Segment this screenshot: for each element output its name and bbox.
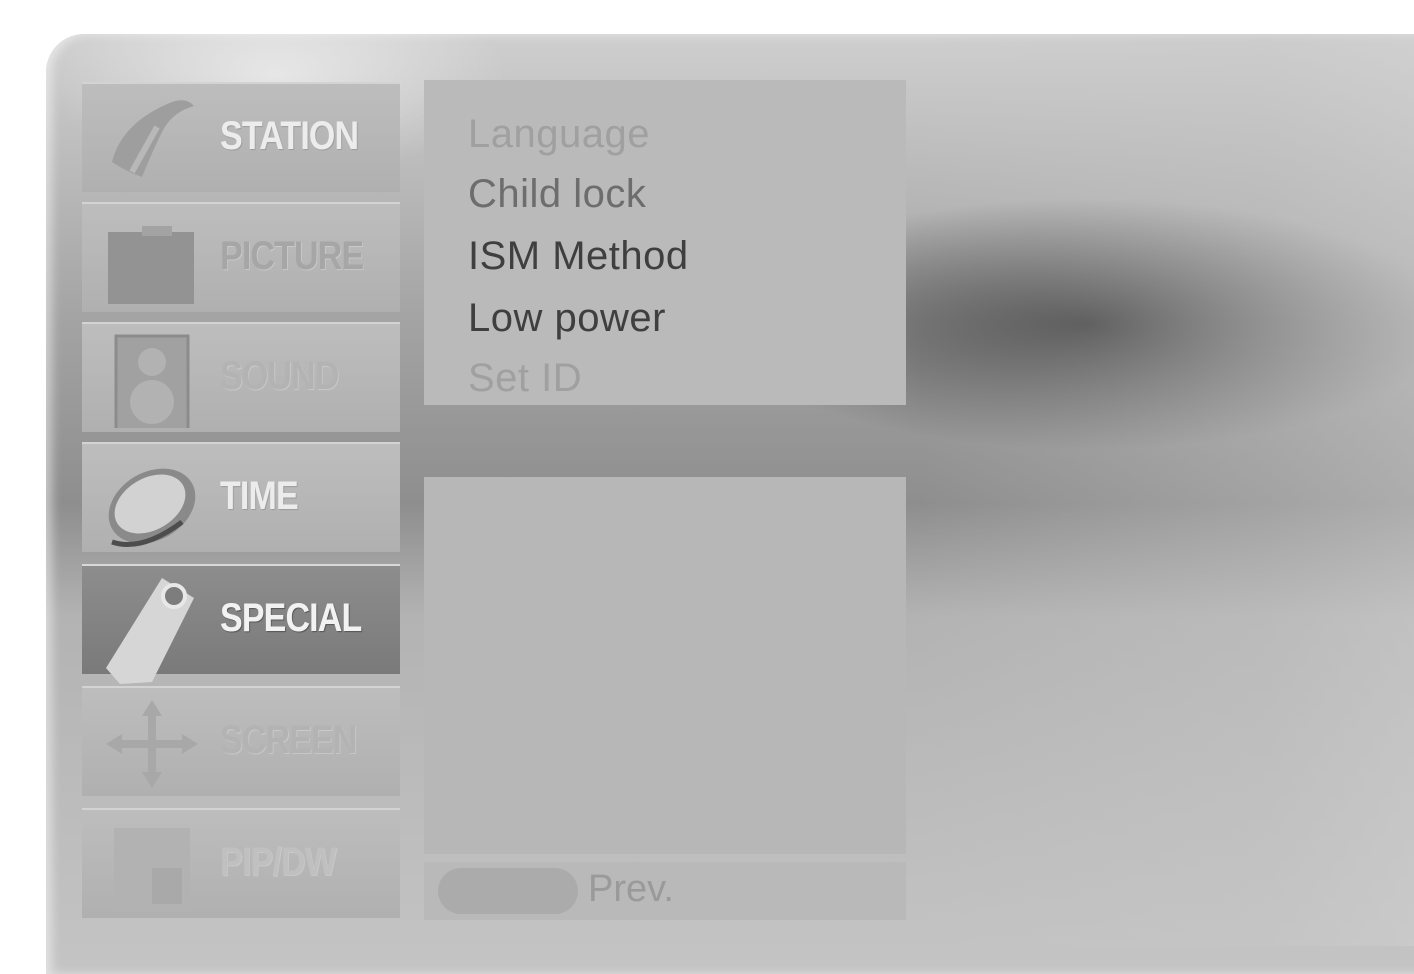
tab-special-label: SPECIAL bbox=[220, 596, 362, 640]
tab-sound[interactable]: SOUND bbox=[82, 322, 400, 444]
tab-picture-label: PICTURE bbox=[220, 234, 364, 278]
satellite-dish-icon bbox=[102, 92, 202, 188]
tab-sound-label: SOUND bbox=[220, 354, 339, 398]
submenu-item-set-id[interactable]: Set ID bbox=[468, 356, 582, 401]
tag-icon bbox=[102, 574, 202, 684]
speaker-icon bbox=[102, 332, 202, 444]
tab-pip-dw[interactable]: PIP/DW bbox=[82, 808, 400, 918]
submenu-item-low-power[interactable]: Low power bbox=[468, 296, 666, 341]
tab-picture[interactable]: PICTURE bbox=[82, 202, 400, 312]
picture-frame-icon bbox=[102, 212, 202, 308]
preview-panel bbox=[424, 477, 906, 854]
tab-pip-dw-label: PIP/DW bbox=[220, 840, 337, 884]
special-submenu: Language Child lock ISM Method Low power… bbox=[424, 80, 906, 405]
submenu-item-ism-method[interactable]: ISM Method bbox=[468, 234, 689, 279]
submenu-item-language[interactable]: Language bbox=[468, 112, 650, 157]
tab-screen[interactable]: SCREEN bbox=[82, 686, 400, 796]
tab-time[interactable]: TIME bbox=[82, 442, 400, 552]
pip-screen-icon bbox=[102, 818, 202, 914]
navigation-footer: Prev. bbox=[424, 862, 906, 920]
prev-label: Prev. bbox=[588, 868, 674, 910]
tab-station[interactable]: STATION bbox=[82, 82, 400, 192]
clock-icon bbox=[102, 452, 202, 548]
tab-time-label: TIME bbox=[220, 474, 299, 518]
tab-special[interactable]: SPECIAL bbox=[82, 564, 400, 684]
tab-station-label: STATION bbox=[220, 114, 359, 158]
move-arrows-icon bbox=[102, 696, 202, 792]
prev-button[interactable] bbox=[438, 868, 578, 914]
submenu-item-child-lock[interactable]: Child lock bbox=[468, 172, 646, 217]
tab-screen-label: SCREEN bbox=[220, 718, 357, 762]
